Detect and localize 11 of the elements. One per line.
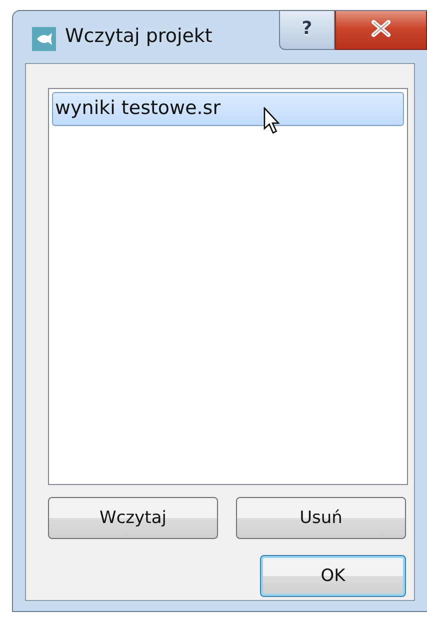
dialog-button[interactable]: Usuń (236, 497, 406, 539)
dialog-button[interactable]: OK (260, 555, 406, 597)
dialog-button[interactable]: Wczytaj (48, 497, 218, 539)
close-icon (370, 20, 392, 37)
list-item[interactable]: wyniki testowe.sr (52, 92, 404, 126)
file-list[interactable]: wyniki testowe.sr (48, 88, 408, 485)
close-button[interactable] (335, 11, 427, 50)
mouse-cursor-icon (263, 107, 281, 135)
help-button[interactable]: ? (279, 11, 335, 50)
fish-icon (32, 27, 56, 51)
window-title: Wczytaj projekt (65, 25, 212, 47)
